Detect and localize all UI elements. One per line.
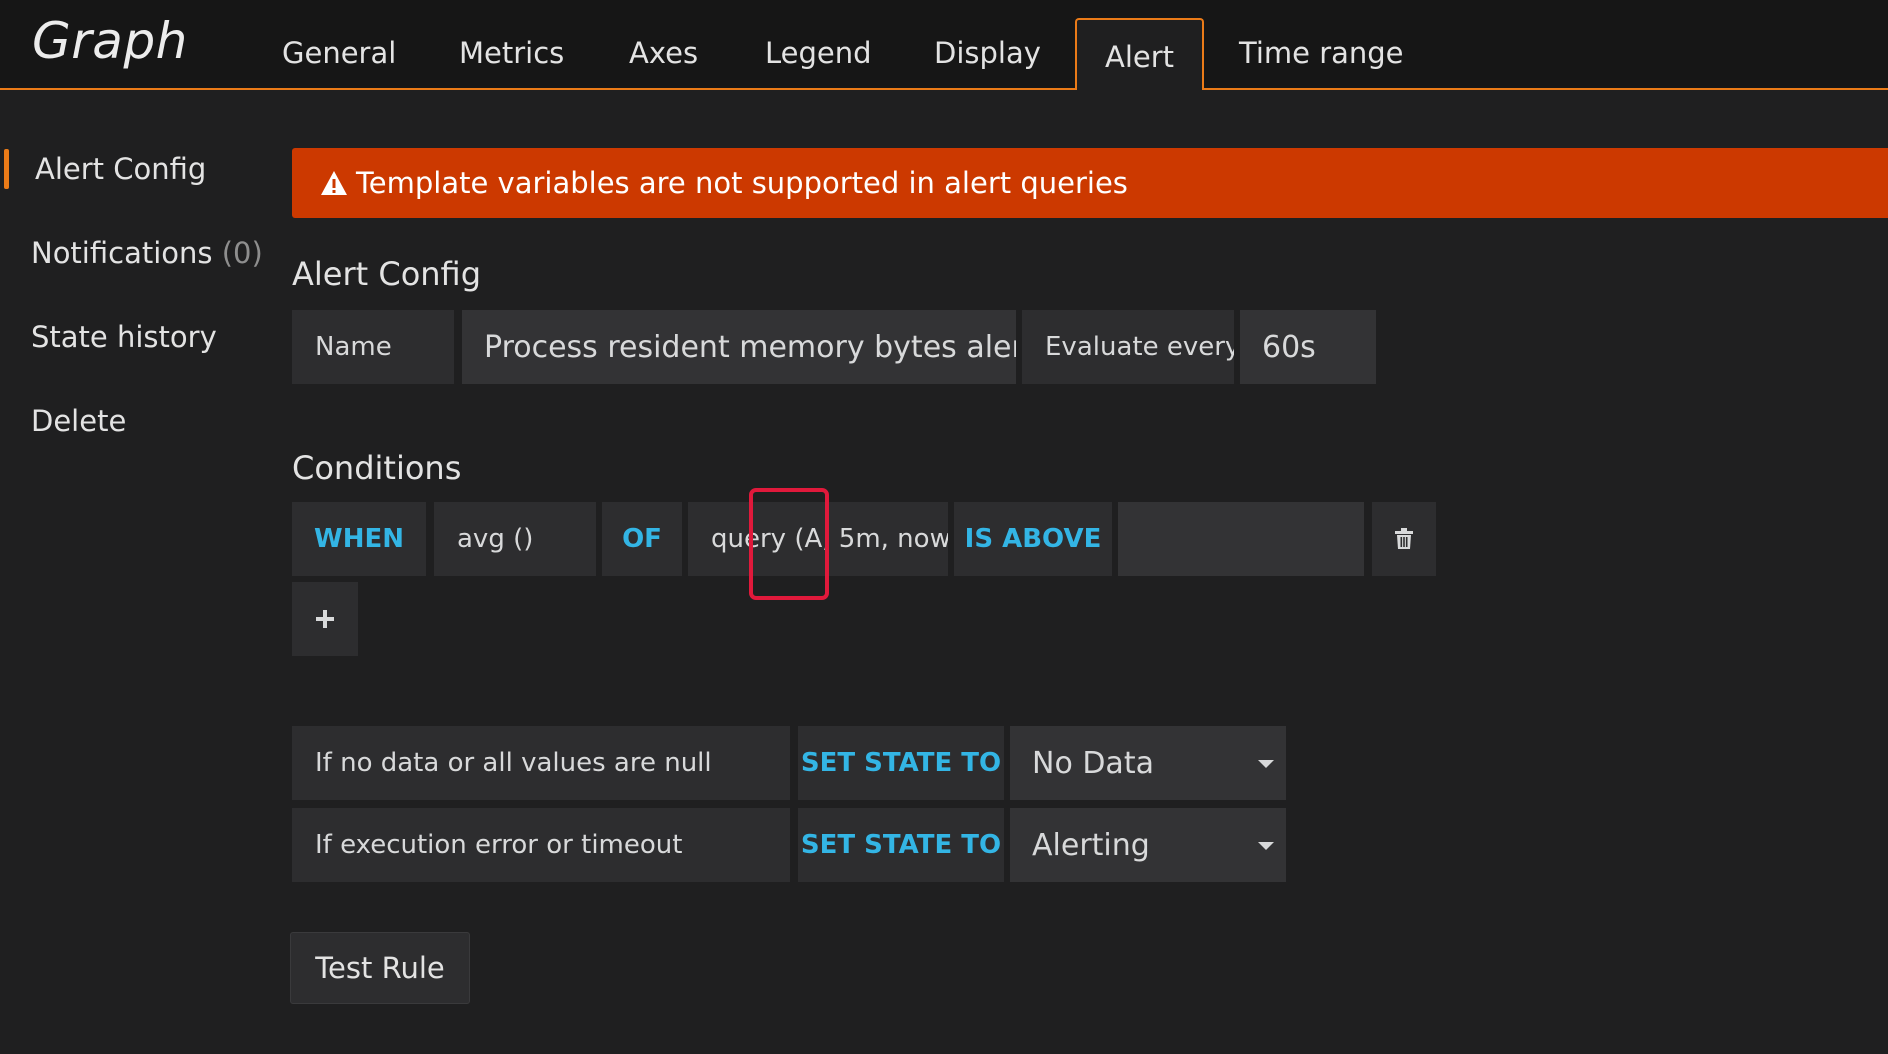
tab-display[interactable]: Display <box>934 36 1041 70</box>
no-data-state-select[interactable]: No Data <box>1010 726 1286 800</box>
exec-error-set-state-keyword: SET STATE TO <box>798 808 1004 882</box>
reducer-select[interactable]: avg () <box>434 502 596 576</box>
plus-icon <box>316 610 334 628</box>
sidebar-item-delete[interactable]: Delete <box>31 404 126 438</box>
tab-alert[interactable]: Alert <box>1075 18 1205 92</box>
add-condition-button[interactable] <box>292 582 358 656</box>
no-data-set-state-keyword: SET STATE TO <box>798 726 1004 800</box>
no-data-label: If no data or all values are null <box>292 726 790 800</box>
chevron-down-icon <box>1258 760 1274 768</box>
evaluate-every-label: Evaluate every <box>1022 310 1234 384</box>
delete-condition-button[interactable] <box>1372 502 1436 576</box>
notifications-count: (0) <box>221 236 263 270</box>
tab-legend[interactable]: Legend <box>765 36 872 70</box>
of-keyword: OF <box>602 502 682 576</box>
active-item-indicator <box>4 149 9 189</box>
no-data-state-value: No Data <box>1032 745 1154 781</box>
name-label: Name <box>292 310 454 384</box>
when-keyword: WHEN <box>292 502 426 576</box>
sidebar-item-label: Notifications <box>31 236 213 270</box>
conditions-heading: Conditions <box>292 449 462 487</box>
sidebar-item-state-history[interactable]: State history <box>31 320 217 354</box>
tab-time-range[interactable]: Time range <box>1239 36 1404 70</box>
panel-editor-header: Graph General Metrics Axes Legend Displa… <box>0 0 1888 92</box>
evaluate-every-input[interactable]: 60s <box>1240 310 1376 384</box>
exec-error-state-select[interactable]: Alerting <box>1010 808 1286 882</box>
evaluator-type-select[interactable]: IS ABOVE <box>954 502 1112 576</box>
tab-axes[interactable]: Axes <box>629 36 698 70</box>
test-rule-button[interactable]: Test Rule <box>290 932 470 1004</box>
tab-general[interactable]: General <box>282 36 396 70</box>
warning-icon <box>321 171 347 195</box>
tab-metrics[interactable]: Metrics <box>459 36 564 70</box>
alert-config-heading: Alert Config <box>292 255 482 293</box>
annotation-highlight-box <box>749 488 829 600</box>
exec-error-state-value: Alerting <box>1032 827 1150 863</box>
sidebar-item-notifications[interactable]: Notifications (0) <box>31 236 263 270</box>
threshold-input[interactable] <box>1118 502 1364 576</box>
panel-title: Graph <box>32 12 188 70</box>
exec-error-label: If execution error or timeout <box>292 808 790 882</box>
trash-icon <box>1395 528 1413 549</box>
template-variables-warning: Template variables are not supported in … <box>292 148 1888 218</box>
alert-name-input[interactable]: Process resident memory bytes alert <box>462 310 1016 384</box>
chevron-down-icon <box>1258 842 1274 850</box>
sidebar-item-alert-config[interactable]: Alert Config <box>35 152 206 186</box>
warning-text: Template variables are not supported in … <box>356 166 1128 200</box>
